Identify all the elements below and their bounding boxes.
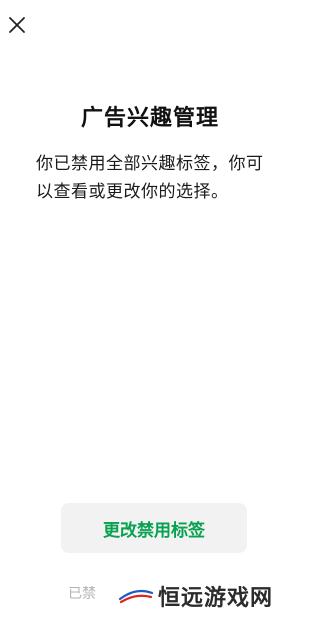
- page-description: 你已禁用全部兴趣标签，你可以查看或更改你的选择。: [36, 154, 264, 202]
- watermark-text: 恒远游戏网: [158, 585, 274, 611]
- page-title: 广告兴趣管理: [80, 106, 219, 131]
- change-disabled-tags-button[interactable]: 更改禁用标签: [61, 503, 247, 553]
- watermark: 恒远游戏网: [118, 580, 273, 612]
- footer-disabled-text: 已禁: [68, 586, 96, 602]
- close-icon: [9, 17, 25, 33]
- watermark-logo-icon: [118, 589, 154, 604]
- close-button[interactable]: [4, 12, 30, 38]
